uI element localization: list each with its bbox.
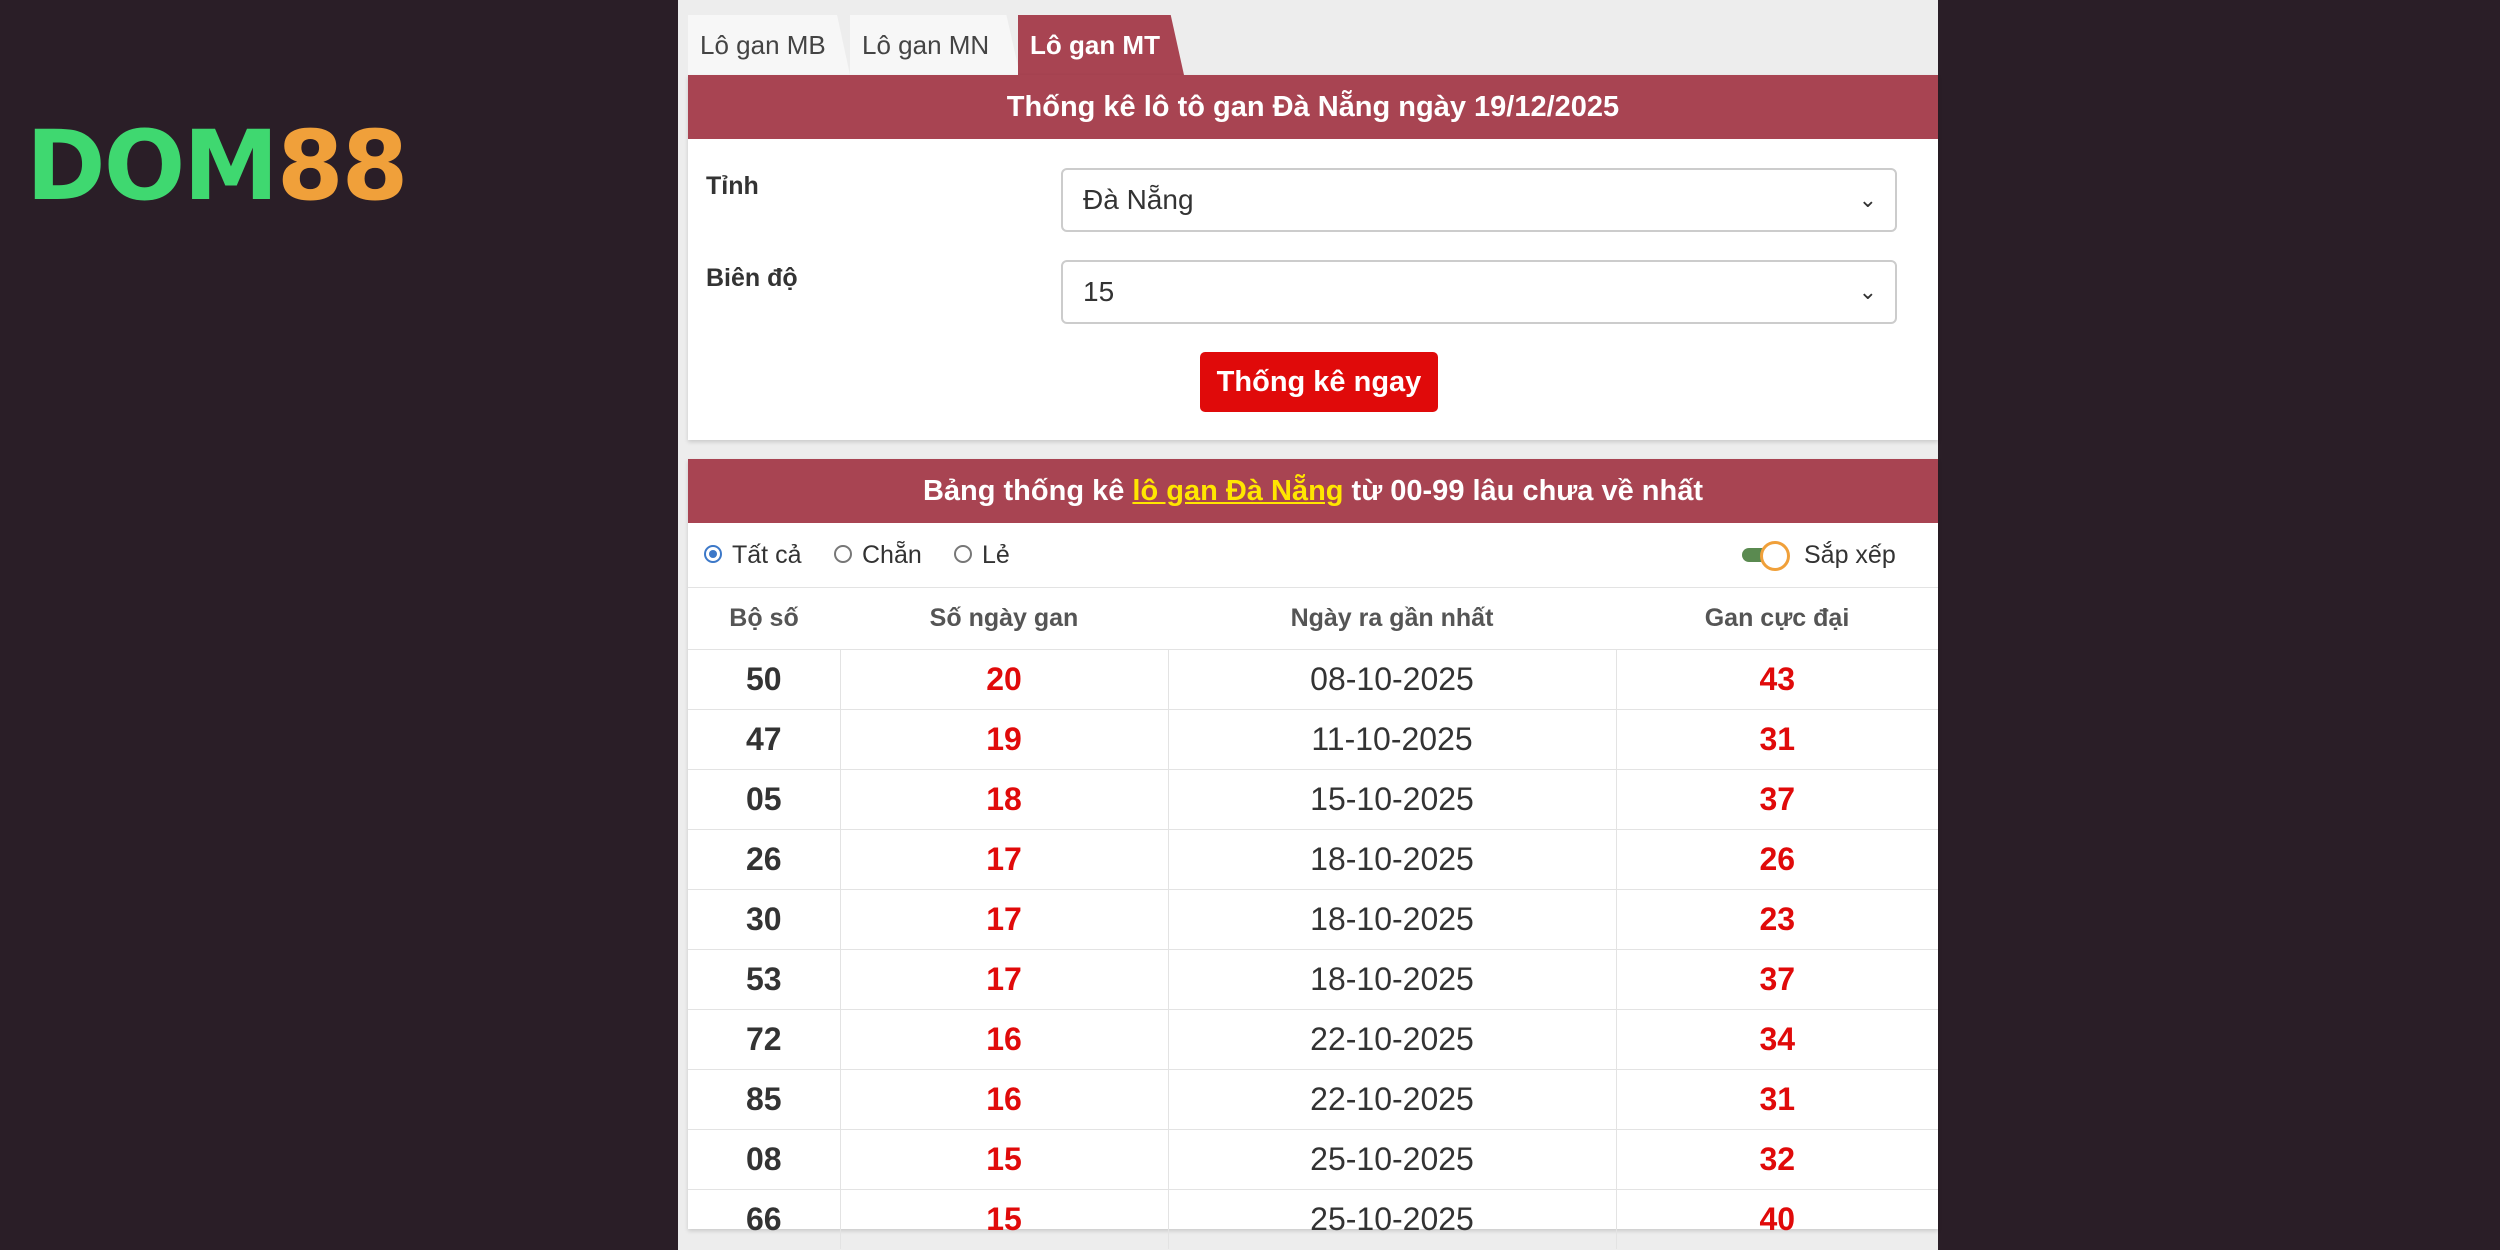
range-select[interactable]: 15 ⌄ [1061,260,1897,324]
radio-unchecked-icon [834,545,852,564]
cell-last-date: 22-10-2025 [1168,1069,1617,1130]
column-header-number[interactable]: Bộ số [688,588,840,650]
filter-even-label: Chẵn [862,541,922,569]
cell-number: 53 [688,949,841,1010]
cell-days: 18 [840,769,1169,830]
cell-days: 15 [840,1129,1169,1190]
cell-last-date: 18-10-2025 [1168,889,1617,950]
cell-number: 30 [688,889,841,950]
cell-number: 47 [688,709,841,770]
cell-last-date: 18-10-2025 [1168,949,1617,1010]
cell-max-gan: 31 [1616,1069,1938,1130]
filter-odd-label: Lẻ [982,541,1010,569]
table-row: 72 16 22-10-2025 34 [688,1009,1938,1070]
cell-last-date: 25-10-2025 [1168,1129,1617,1190]
column-header-days[interactable]: Số ngày gan [840,588,1168,650]
cell-number: 66 [688,1189,841,1249]
cell-last-date: 08-10-2025 [1168,649,1617,710]
toggle-knob [1760,541,1790,571]
filter-radio-even[interactable]: Chẵn [834,540,922,570]
table-row: 08 15 25-10-2025 32 [688,1129,1938,1190]
sort-label: Sắp xếp [1804,541,1896,569]
table-row: 47 19 11-10-2025 31 [688,709,1938,770]
radio-unchecked-icon [954,545,972,564]
logo-text-88: 88 [276,110,409,222]
results-card: Bảng thống kê lô gan Đà Nẵng từ 00-99 lâ… [688,459,1938,1249]
submit-button[interactable]: Thống kê ngay [1200,352,1438,412]
table-row: 53 17 18-10-2025 37 [688,949,1938,1010]
cell-max-gan: 23 [1616,889,1938,950]
cell-max-gan: 40 [1616,1189,1938,1249]
province-row: Tỉnh Đà Nẵng ⌄ [688,168,1938,234]
table-row: 85 16 22-10-2025 31 [688,1069,1938,1130]
table-row: 26 17 18-10-2025 26 [688,829,1938,890]
sort-toggle[interactable] [1742,541,1792,571]
province-select[interactable]: Đà Nẵng ⌄ [1061,168,1897,232]
cell-last-date: 18-10-2025 [1168,829,1617,890]
filter-radio-odd[interactable]: Lẻ [954,540,1010,570]
cell-number: 50 [688,649,841,710]
cell-days: 20 [840,649,1169,710]
cell-days: 17 [840,829,1169,890]
filter-radio-all[interactable]: Tất cả [704,540,801,570]
cell-number: 85 [688,1069,841,1130]
cell-number: 26 [688,829,841,890]
cell-number: 72 [688,1009,841,1070]
chevron-down-icon: ⌄ [1858,187,1877,212]
cell-max-gan: 32 [1616,1129,1938,1190]
table-row: 05 18 15-10-2025 37 [688,769,1938,830]
results-title: Bảng thống kê lô gan Đà Nẵng từ 00-99 lâ… [688,459,1938,523]
cell-last-date: 15-10-2025 [1168,769,1617,830]
tab-lo-gan-mb[interactable]: Lô gan MB [688,15,850,75]
cell-last-date: 25-10-2025 [1168,1189,1617,1249]
range-row: Biên độ 15 ⌄ [688,260,1938,326]
filter-form-card: Thống kê lô tô gan Đà Nẵng ngày 19/12/20… [688,75,1938,440]
province-select-value: Đà Nẵng [1083,184,1194,215]
results-title-link[interactable]: lô gan Đà Nẵng [1132,475,1343,507]
table-row: 66 15 25-10-2025 40 [688,1189,1938,1249]
province-label: Tỉnh [706,172,759,200]
chevron-down-icon: ⌄ [1858,279,1877,304]
column-header-last-date[interactable]: Ngày ra gần nhất [1168,588,1616,650]
main-panel: Lô gan MB Lô gan MN Lô gan MT Thống kê l… [678,0,1938,1250]
column-header-max-gan[interactable]: Gan cực đại [1616,588,1938,650]
table-row: 50 20 08-10-2025 43 [688,649,1938,710]
dom88-logo: DOM88 [26,118,408,214]
form-title: Thống kê lô tô gan Đà Nẵng ngày 19/12/20… [688,75,1938,139]
filter-row: Tất cả Chẵn Lẻ Sắp xếp [688,523,1938,588]
results-title-suffix: từ 00-99 lâu chưa về nhất [1343,475,1704,507]
cell-max-gan: 37 [1616,949,1938,1010]
range-label: Biên độ [706,264,798,292]
cell-max-gan: 26 [1616,829,1938,890]
cell-max-gan: 43 [1616,649,1938,710]
filter-all-label: Tất cả [732,541,802,569]
range-select-value: 15 [1083,276,1115,307]
cell-days: 17 [840,949,1169,1010]
cell-number: 05 [688,769,841,830]
cell-number: 08 [688,1129,841,1190]
cell-days: 16 [840,1009,1169,1070]
cell-max-gan: 31 [1616,709,1938,770]
tab-lo-gan-mn[interactable]: Lô gan MN [850,15,1020,75]
cell-days: 15 [840,1189,1169,1249]
cell-days: 17 [840,889,1169,950]
cell-max-gan: 34 [1616,1009,1938,1070]
cell-days: 16 [840,1069,1169,1130]
tab-lo-gan-mt[interactable]: Lô gan MT [1018,15,1184,75]
cell-last-date: 11-10-2025 [1168,709,1617,770]
cell-days: 19 [840,709,1169,770]
table-row: 30 17 18-10-2025 23 [688,889,1938,950]
cell-last-date: 22-10-2025 [1168,1009,1617,1070]
radio-checked-icon [704,545,722,564]
cell-max-gan: 37 [1616,769,1938,830]
results-title-prefix: Bảng thống kê [922,475,1133,507]
logo-text-dom: DOM [26,110,279,222]
table-header-row: Bộ số Số ngày gan Ngày ra gần nhất Gan c… [688,588,1938,650]
region-tabs: Lô gan MB Lô gan MN Lô gan MT [688,15,1938,75]
results-table: Bộ số Số ngày gan Ngày ra gần nhất Gan c… [688,588,1938,1249]
